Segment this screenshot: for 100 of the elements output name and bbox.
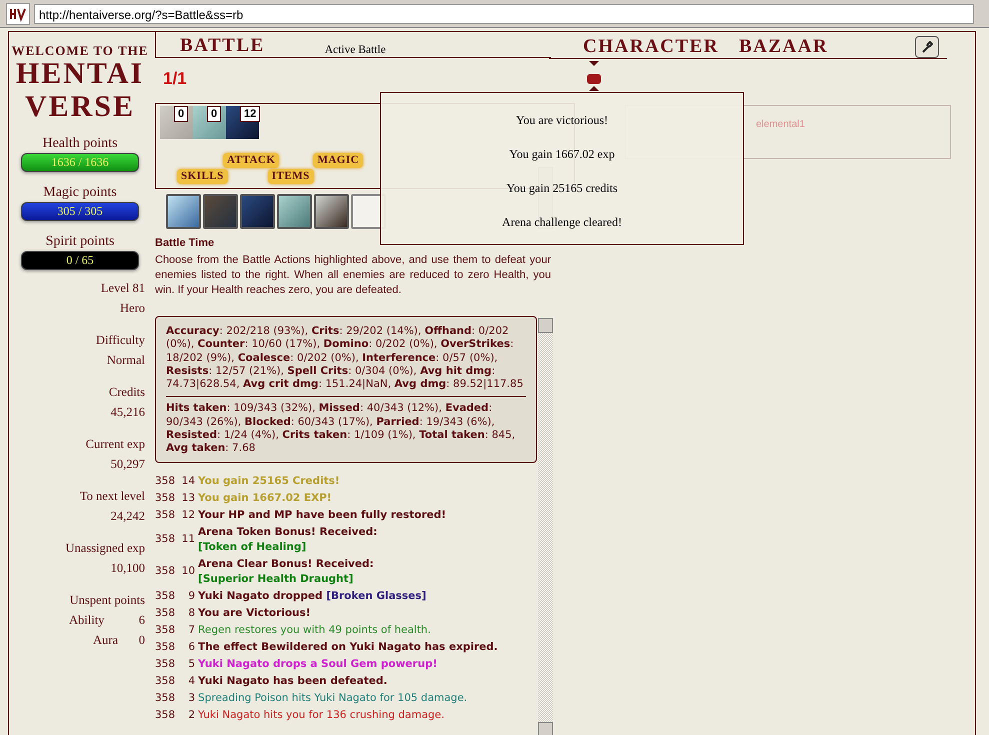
points-label: Aura	[93, 632, 118, 649]
address-field[interactable]: http://hentaiverse.org/?s=Battle&ss=rb	[34, 4, 974, 24]
action-button[interactable]: ATTACK	[223, 153, 280, 168]
skill-picture[interactable]	[314, 194, 349, 229]
result-message: You are victorious!	[516, 112, 608, 128]
round-counter: 1/1	[162, 68, 188, 88]
profile-label: Level 81	[100, 280, 145, 297]
turn-number: 358	[155, 690, 176, 706]
turn-number: 358	[155, 532, 176, 548]
stat-bar: 1636 / 1636	[21, 153, 139, 172]
help-text: Choose from the Battle Actions highlighted above, and use them to defeat your enemies listed to the right. When all enemies are reduced to zero Health, you win. If your Health reaches zero, you are defeated.	[155, 253, 551, 298]
turn-number: 358	[155, 656, 176, 672]
profile-value: 24,242	[110, 508, 145, 525]
log-message: Yuki Nagato hits you for 136 crushing damage.	[198, 708, 444, 723]
log-message: You gain 1667.02 EXP!	[198, 490, 332, 506]
points-value: 0	[138, 632, 145, 649]
down-triangle-icon	[589, 61, 599, 66]
item-link[interactable]: [Token of Healing]	[198, 540, 306, 553]
effect-count: 12	[240, 106, 260, 122]
item-link[interactable]: [Superior Health Draught]	[198, 572, 354, 585]
step-number: 5	[187, 656, 196, 672]
log-message: Spreading Poison hits Yuki Nagato for 105 damage.	[198, 690, 468, 706]
profile-value: 10,100	[110, 560, 145, 577]
bazaar-tab[interactable]: BAZAAR	[738, 36, 828, 58]
logo-title: HENTAI	[14, 57, 146, 90]
profile-label: Unspent points	[68, 592, 145, 609]
log-message: Yuki Nagato dropped [Broken Glasses]	[198, 588, 426, 604]
profile-value: Hero	[119, 300, 145, 317]
page-subtitle: Active Battle	[324, 43, 386, 57]
logo-title: VERSE	[24, 90, 136, 123]
step-number: 10	[180, 564, 196, 580]
points-label: Ability	[69, 612, 104, 629]
site-icon	[6, 2, 30, 24]
scroll-up-button[interactable]	[538, 318, 553, 333]
step-number: 13	[180, 490, 196, 506]
action-button[interactable]: ITEMS	[268, 169, 314, 184]
turn-number: 358	[155, 508, 176, 523]
profile-value: 45,216	[110, 404, 145, 421]
log-message: You are Victorious!	[198, 606, 311, 621]
effect-count: 0	[207, 106, 222, 122]
turn-number: 358	[155, 588, 176, 604]
help-title: Battle Time	[155, 237, 216, 249]
step-number: 4	[187, 674, 196, 689]
stat-bar: 305 / 305	[21, 202, 139, 221]
step-number: 12	[180, 508, 196, 523]
log-message: Arena Clear Bonus! Received: [Superior Health Draught]	[198, 556, 374, 587]
stat-bar: 0 / 65	[21, 251, 139, 270]
turn-number: 358	[155, 622, 176, 638]
scroll-down-button[interactable]	[538, 722, 553, 735]
profile-label: To next level	[78, 488, 145, 505]
step-number: 14	[180, 474, 196, 489]
stat-label: Spirit points	[46, 233, 114, 250]
turn-number: 358	[155, 474, 176, 489]
action-button[interactable]: SKILLS	[177, 169, 228, 184]
enemy-name: elemental1	[756, 119, 805, 130]
step-number: 7	[187, 622, 196, 638]
profile-label: Difficulty	[94, 332, 145, 349]
stat-label: Magic points	[43, 184, 117, 201]
skill-picture[interactable]	[166, 194, 201, 229]
log-message: The effect Bewildered on Yuki Nagato has expired.	[198, 640, 498, 655]
log-message: You gain 25165 Credits!	[198, 474, 340, 489]
emblem-icon	[587, 74, 601, 84]
skill-picture[interactable]	[240, 194, 275, 229]
step-number: 6	[187, 640, 196, 655]
step-number: 8	[187, 606, 196, 621]
turn-number: 358	[155, 640, 176, 655]
profile-label: Credits	[108, 384, 145, 401]
step-number: 11	[180, 532, 196, 548]
profile-label: Current exp	[84, 436, 145, 453]
logo-tagline: WELCOME TO THE	[12, 44, 148, 57]
result-message: You gain 1667.02 exp	[509, 146, 615, 162]
wrench-icon	[921, 41, 933, 53]
character-tab[interactable]: CHARACTER	[583, 36, 719, 57]
turn-number: 358	[155, 606, 176, 621]
stats-text: Accuracy: 202/218 (93%), Crits: 29/202 (14%), Offhand: 0/202 (0%), Counter: 10/60 (17%), Domino: 0/202 (0%), OverStrikes: 18/202 (9%), Coalesce: 0/202 (0%), Interference: 0/57 (0%), Resists: 12/57 (21%), Spell Crits: 0/304 (0%), Avg hit dmg: 74.73|628.54, Avg crit dmg: 151.24|NaN, Avg dmg: 89.52|117.85	[166, 325, 524, 392]
step-number: 3	[187, 690, 196, 706]
effect-count: 0	[174, 106, 188, 122]
log-message: Arena Token Bonus! Received: [Token of Healing]	[198, 524, 378, 555]
turn-number: 358	[155, 490, 176, 506]
log-message: Yuki Nagato drops a Soul Gem powerup!	[198, 656, 438, 672]
log-message: Yuki Nagato has been defeated.	[198, 674, 388, 689]
points-value: 6	[138, 612, 145, 629]
stats-text: Hits taken: 109/343 (32%), Missed: 40/343 (12%), Evaded: 90/343 (26%), Blocked: 60/343 (17%), Parried: 19/343 (6%), Resisted: 1/24 (4%), Crits taken: 1/109 (1%), Total taken: 845, Avg taken: 7.68	[166, 402, 516, 456]
skill-picture[interactable]	[277, 194, 312, 229]
log-message: Your HP and MP have been fully restored!	[198, 508, 446, 523]
step-number: 9	[187, 588, 196, 604]
profile-label: Unassigned exp	[64, 540, 145, 557]
log-message: Regen restores you with 49 points of health.	[198, 622, 431, 638]
turn-number: 358	[155, 674, 176, 689]
action-button[interactable]: MAGIC	[313, 153, 364, 168]
stat-label: Health points	[42, 135, 118, 152]
profile-value: Normal	[106, 352, 145, 369]
turn-number: 358	[155, 564, 176, 580]
item-link[interactable]: [Broken Glasses]	[326, 590, 426, 602]
result-message: You gain 25165 credits	[506, 181, 618, 196]
settings-button[interactable]	[915, 36, 939, 58]
battle-tab[interactable]: BATTLE	[180, 35, 265, 57]
result-message: Arena challenge cleared!	[502, 215, 622, 230]
step-number: 2	[187, 708, 196, 723]
profile-value: 50,297	[110, 456, 145, 473]
